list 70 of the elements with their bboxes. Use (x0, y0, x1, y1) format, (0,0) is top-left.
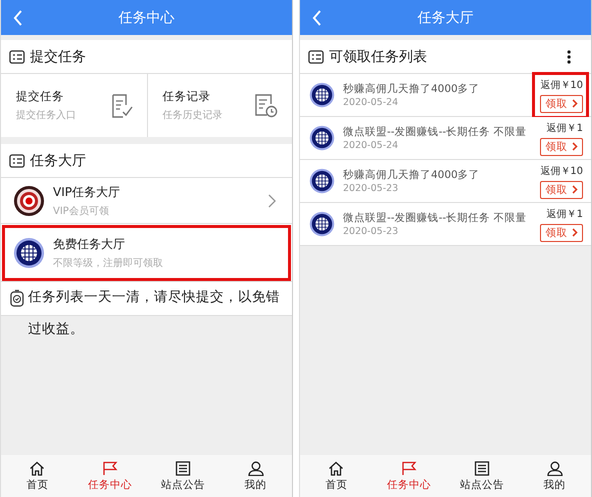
back-icon (312, 10, 322, 26)
stopwatch-icon (10, 289, 24, 307)
task-date: 2020-05-24 (343, 97, 400, 108)
card-title: 任务记录 (162, 89, 212, 104)
more-icon[interactable] (567, 50, 571, 64)
task-title: 微点联盟--发圈赚钱--长期任务 不限量 (343, 211, 526, 225)
claim-button[interactable]: 领取 (540, 138, 583, 156)
chevron-right-icon (572, 228, 578, 237)
list-icon (474, 460, 490, 476)
entry-subtitle: 不限等级，注册即可领取 (53, 256, 164, 270)
tab-item[interactable]: 首页 (300, 455, 373, 497)
screen-title: 任务中心 (118, 8, 174, 26)
reward-amount: 返佣￥1 (546, 208, 583, 220)
globe-badge-icon (309, 168, 335, 194)
reward-amount: 返佣￥10 (540, 164, 583, 178)
checklist-icon (9, 154, 25, 168)
list-icon (174, 460, 191, 476)
section-title: 任务大厅 (30, 152, 86, 170)
task-date: 2020-05-23 (343, 183, 400, 194)
tab-item[interactable]: 站点公告 (446, 455, 518, 497)
tab-item[interactable]: 首页 (1, 455, 74, 497)
back-icon (13, 10, 23, 26)
claim-button[interactable]: 领取 (540, 224, 583, 242)
claim-button[interactable]: 领取 (540, 180, 583, 198)
menu-card[interactable]: 提交任务 提交任务入口 (1, 74, 146, 137)
hall-entry[interactable]: 免费任务大厅 不限等级，注册即可领取 (1, 224, 292, 282)
globe-badge-icon (309, 82, 335, 108)
document-clock-icon (254, 94, 278, 118)
task-date: 2020-05-23 (343, 226, 400, 237)
section-title: 提交任务 (30, 48, 86, 66)
globe-badge-icon (13, 236, 45, 268)
card-subtitle: 任务历史记录 (162, 108, 224, 122)
document-check-icon (110, 94, 132, 118)
user-icon (248, 460, 264, 476)
claim-button[interactable]: 领取 (540, 94, 583, 112)
tab-item[interactable]: 站点公告 (146, 455, 220, 497)
globe-badge-icon (309, 211, 335, 237)
entry-title: VIP任务大厅 (53, 184, 121, 200)
checklist-icon (9, 50, 25, 64)
home-icon (29, 460, 46, 476)
tab-item[interactable]: 我的 (219, 455, 292, 497)
user-icon (546, 460, 563, 476)
reward-amount: 返佣￥10 (540, 78, 583, 92)
reward-amount: 返佣￥1 (546, 122, 583, 134)
entry-title: 免费任务大厅 (53, 236, 126, 252)
task-date: 2020-05-24 (343, 140, 400, 151)
flag-icon (102, 460, 118, 476)
notice-text: 任务列表一天一清，请尽快提交，以免错过收益。 (28, 288, 281, 339)
screen-title: 任务大厅 (418, 8, 474, 26)
checklist-icon (308, 50, 324, 64)
task-title: 秒赚高佣几天撸了4000多了 (343, 82, 481, 96)
chevron-right-icon (572, 185, 578, 194)
menu-card[interactable]: 任务记录 任务历史记录 (146, 74, 292, 137)
flag-icon (401, 460, 418, 476)
home-icon (328, 460, 344, 476)
task-title: 微点联盟--发圈赚钱--长期任务 不限量 (343, 125, 526, 139)
chevron-right-icon (572, 99, 578, 108)
task-title: 秒赚高佣几天撸了4000多了 (343, 168, 481, 182)
chevron-right-icon (572, 142, 578, 151)
tab-item[interactable]: 任务中心 (74, 455, 146, 497)
card-subtitle: 提交任务入口 (16, 108, 77, 122)
chevron-right-icon (268, 194, 276, 208)
card-title: 提交任务 (16, 89, 65, 104)
globe-badge-icon (309, 125, 335, 151)
tab-item[interactable]: 我的 (518, 455, 591, 497)
hall-entry[interactable]: VIP任务大厅 VIP会员可领 (1, 178, 292, 224)
tab-item[interactable]: 任务中心 (372, 455, 446, 497)
entry-subtitle: VIP会员可领 (53, 204, 110, 218)
target-badge-icon (13, 184, 45, 216)
section-title: 可领取任务列表 (329, 48, 427, 66)
